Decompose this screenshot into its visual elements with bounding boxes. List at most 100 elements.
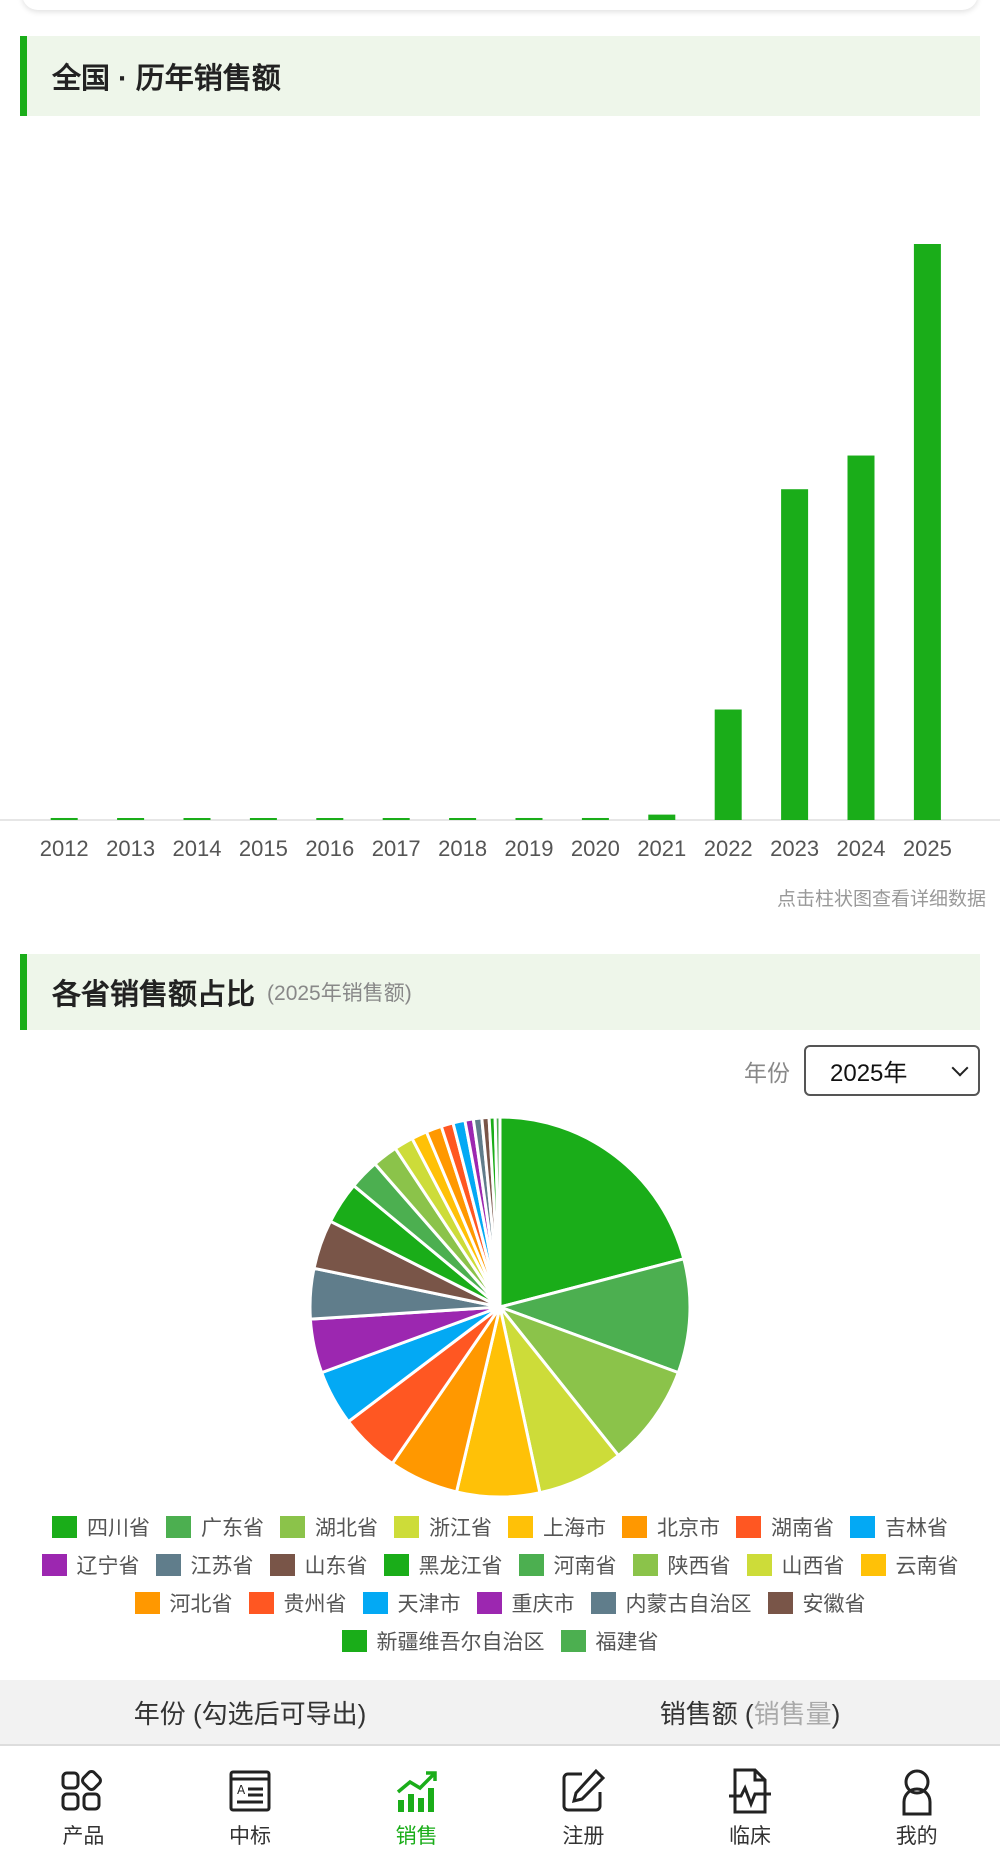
bar-2015[interactable] (249, 818, 277, 820)
x-tick-label: 2015 (239, 836, 288, 861)
bar-2014[interactable] (183, 818, 211, 820)
bar-2012[interactable] (50, 817, 78, 820)
legend-row: 河北省 贵州省 天津市 重庆市 内蒙古自治区 安徽省 (0, 1584, 1000, 1622)
legend-item[interactable]: 四川省 (52, 1512, 150, 1542)
year-select[interactable]: 2025年 (804, 1045, 980, 1096)
year-label: 年份 (744, 1059, 790, 1086)
annual-sales-bar-chart[interactable]: 2012 2013 2014 2015 2016 2017 2018 2019 2020 2021… (0, 140, 1000, 880)
sales-column-header[interactable]: 销售额 (销售量) (500, 1694, 1000, 1731)
legend-swatch (383, 1554, 409, 1576)
chart-icon (396, 1771, 437, 1812)
legend-swatch (52, 1516, 77, 1538)
tab-mine[interactable]: 我的 (833, 1746, 1000, 1852)
legend-label: 湖北省 (315, 1517, 378, 1540)
legend-item[interactable]: 广东省 (166, 1512, 264, 1542)
legend-item[interactable]: 云南省 (860, 1550, 959, 1580)
pie-legend: 四川省 广东省 湖北省 浙江省 上海市 北京市 湖南省 吉林省辽宁省 江苏省 山东省 黑龙江省 河南省… (0, 1508, 1000, 1660)
legend-item[interactable]: 河南省 (518, 1550, 617, 1580)
grid-icon (61, 1770, 103, 1811)
legend-item[interactable]: 浙江省 (394, 1512, 492, 1542)
legend-row: 四川省 广东省 湖北省 浙江省 上海市 北京市 湖南省 吉林省 (0, 1508, 1000, 1546)
bar-2018[interactable] (449, 818, 477, 820)
legend-item[interactable]: 吉林省 (850, 1512, 948, 1542)
bar-2017[interactable] (382, 818, 410, 820)
sales-volume-label[interactable]: 销售量 (754, 1699, 832, 1729)
legend-label: 上海市 (543, 1517, 606, 1540)
legend-item[interactable]: 重庆市 (476, 1588, 575, 1618)
tab-product-label: 产品 (62, 1825, 105, 1848)
province-share-title: 各省销售额占比 (52, 979, 256, 1011)
x-tick-label: 2014 (173, 836, 222, 861)
legend-label: 新疆维吾尔自治区 (376, 1631, 545, 1654)
legend-label: 内蒙古自治区 (625, 1593, 752, 1616)
year-column-header[interactable]: 年份 (勾选后可导出) (0, 1694, 500, 1731)
legend-item[interactable]: 天津市 (362, 1588, 461, 1618)
medical-file-icon (729, 1768, 772, 1814)
legend-swatch (518, 1554, 544, 1576)
tab-register[interactable]: 注册 (500, 1746, 667, 1852)
legend-item[interactable]: 福建省 (560, 1626, 659, 1656)
bar-2013[interactable] (117, 818, 145, 820)
tab-register-label: 注册 (562, 1825, 605, 1848)
legend-swatch (280, 1516, 305, 1538)
legend-item[interactable]: 新疆维吾尔自治区 (341, 1626, 545, 1656)
bar-2019[interactable] (515, 817, 543, 820)
national-sales-title: 全国 · 历年销售额 (52, 63, 281, 95)
legend-swatch (248, 1592, 274, 1614)
x-tick-label: 2019 (505, 836, 554, 861)
legend-item[interactable]: 黑龙江省 (383, 1550, 503, 1580)
legend-label: 河北省 (169, 1593, 233, 1616)
legend-item[interactable]: 陕西省 (632, 1550, 731, 1580)
x-tick-label: 2020 (571, 836, 620, 861)
legend-item[interactable]: 江苏省 (155, 1550, 254, 1580)
legend-item[interactable]: 上海市 (508, 1512, 606, 1542)
legend-label: 黑龙江省 (418, 1555, 503, 1578)
tab-product[interactable]: 产品 (0, 1746, 167, 1852)
bar-2016[interactable] (316, 818, 344, 820)
legend-swatch (860, 1554, 886, 1576)
tab-mine-label: 我的 (895, 1825, 938, 1848)
tab-clinical[interactable]: 临床 (667, 1746, 834, 1852)
legend-item[interactable]: 湖南省 (736, 1512, 834, 1542)
legend-swatch (746, 1554, 772, 1576)
legend-swatch (508, 1516, 533, 1538)
legend-item[interactable]: 山东省 (269, 1550, 368, 1580)
province-share-subtitle: (2025年销售额) (267, 982, 412, 1005)
legend-swatch (476, 1592, 502, 1614)
legend-item[interactable]: 北京市 (622, 1512, 720, 1542)
chevron-down-icon (951, 1059, 969, 1076)
legend-swatch (622, 1516, 647, 1538)
legend-item[interactable]: 山西省 (746, 1550, 845, 1580)
legend-label: 云南省 (895, 1555, 959, 1578)
legend-item[interactable]: 内蒙古自治区 (590, 1588, 752, 1618)
bar-2020[interactable] (581, 817, 609, 820)
legend-swatch (850, 1516, 875, 1538)
bar-2021[interactable] (648, 814, 676, 820)
x-tick-label: 2023 (770, 836, 819, 861)
legend-item[interactable]: 湖北省 (280, 1512, 378, 1542)
x-tick-label: 2018 (438, 836, 487, 861)
bar-2025[interactable] (913, 244, 941, 820)
legend-label: 安徽省 (802, 1593, 866, 1616)
legend-label: 吉林省 (885, 1517, 948, 1540)
legend-swatch (767, 1592, 793, 1614)
legend-label: 北京市 (657, 1517, 720, 1540)
legend-swatch (166, 1516, 191, 1538)
tab-bid[interactable]: A 中标 (167, 1746, 334, 1852)
legend-label: 江苏省 (190, 1555, 254, 1578)
bar-2024[interactable] (847, 455, 875, 820)
tab-sales[interactable]: 销售 (333, 1746, 500, 1852)
table-header: 年份 (勾选后可导出) 销售额 (销售量) (0, 1680, 1000, 1744)
bar-2023[interactable] (781, 489, 809, 820)
x-tick-label: 2025 (903, 836, 952, 861)
x-tick-label: 2017 (372, 836, 421, 861)
bar-2022[interactable] (714, 709, 742, 820)
legend-item[interactable]: 安徽省 (767, 1588, 866, 1618)
legend-item[interactable]: 贵州省 (248, 1588, 347, 1618)
province-share-pie-chart[interactable] (300, 1110, 700, 1500)
legend-swatch (632, 1554, 658, 1576)
legend-item[interactable]: 辽宁省 (41, 1550, 140, 1580)
legend-item[interactable]: 河北省 (134, 1588, 233, 1618)
legend-swatch (590, 1592, 616, 1614)
legend-label: 广东省 (201, 1517, 264, 1540)
